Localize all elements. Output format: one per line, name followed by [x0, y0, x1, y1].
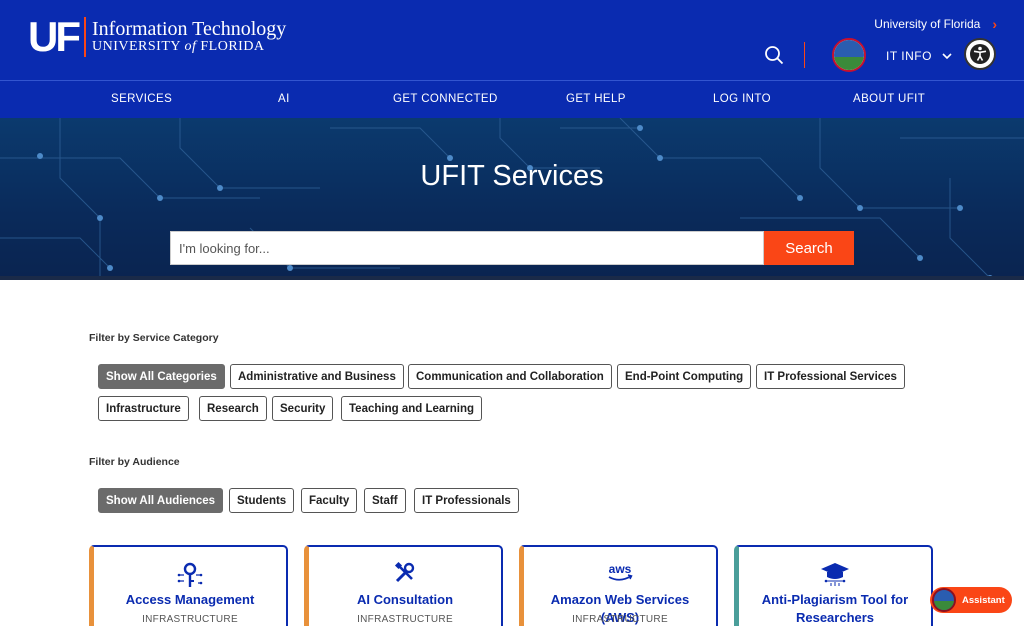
- logo-subtitle-university: UNIVERSITY: [92, 39, 181, 55]
- hero-bottom-strip: [0, 276, 1024, 280]
- nav-item-get-connected[interactable]: GET CONNECTED: [393, 93, 498, 105]
- card-category: INFRASTRUCTURE: [357, 614, 453, 625]
- chevron-down-icon: [942, 52, 952, 59]
- logo-subtitle-of: of: [184, 39, 197, 55]
- site-header: UF Information Technology UNIVERSITY of …: [0, 0, 1024, 80]
- filter-chip-faculty[interactable]: Faculty: [301, 488, 358, 513]
- page-title: UFIT Services: [420, 160, 604, 192]
- category-filter-label: Filter by Service Category: [89, 332, 219, 344]
- uf-link-label: University of Florida: [874, 17, 981, 31]
- logo-text: Information Technology UNIVERSITY of FLO…: [92, 19, 286, 55]
- card-category: INFRASTRUCTURE: [572, 614, 668, 625]
- logo-title: Information Technology: [92, 18, 287, 41]
- filter-chip-show-all-audiences[interactable]: Show All Audiences: [98, 488, 224, 513]
- filter-chip-communication-and-collaboration[interactable]: Communication and Collaboration: [408, 364, 612, 389]
- tools-icon: [309, 561, 501, 585]
- filter-chip-end-point-computing[interactable]: End-Point Computing: [617, 364, 752, 389]
- card-title: AI Consultation: [356, 592, 454, 607]
- logo-subtitle-florida: FLORIDA: [200, 39, 265, 55]
- accessibility-icon[interactable]: [964, 38, 996, 70]
- service-card-ai-consultation[interactable]: AI Consultation INFRASTRUCTURE: [304, 545, 503, 626]
- audience-filter-label: Filter by Audience: [89, 456, 180, 468]
- search-icon[interactable]: [764, 45, 784, 65]
- nav-item-log-into[interactable]: LOG INTO: [713, 93, 771, 105]
- card-category: INFRASTRUCTURE: [142, 614, 238, 625]
- card-title: Access Management: [125, 592, 255, 607]
- header-divider: [804, 42, 805, 68]
- service-search-input[interactable]: I'm looking for...: [170, 231, 764, 265]
- svg-text:aws: aws: [609, 562, 632, 576]
- uf-logo-mark: UF: [28, 13, 81, 60]
- main-nav: SERVICES AI GET CONNECTED GET HELP LOG I…: [0, 80, 1024, 118]
- logo-divider: [84, 17, 86, 57]
- filter-chip-students[interactable]: Students: [229, 488, 295, 513]
- filter-chip-show-all-categories[interactable]: Show All Categories: [98, 364, 225, 389]
- nav-item-ai[interactable]: AI: [278, 93, 290, 105]
- uf-seal-icon[interactable]: [832, 38, 866, 72]
- service-card-access-management[interactable]: Access Management INFRASTRUCTURE: [89, 545, 288, 626]
- uf-seal-icon: [932, 588, 956, 612]
- filter-chip-teaching-and-learning[interactable]: Teaching and Learning: [341, 396, 483, 421]
- key-circuit-icon: [94, 561, 286, 589]
- nav-item-services[interactable]: SERVICES: [111, 93, 172, 105]
- hero-banner: UFIT Services I'm looking for... Search: [0, 118, 1024, 280]
- uf-it-logo[interactable]: UF Information Technology UNIVERSITY of …: [28, 16, 286, 58]
- it-info-label: IT INFO: [886, 49, 932, 63]
- filter-chip-administrative-and-business[interactable]: Administrative and Business: [230, 364, 404, 389]
- filter-chip-staff[interactable]: Staff: [364, 488, 406, 513]
- card-title: Anti-Plagiarism Tool for Researchers: [761, 592, 909, 625]
- nav-item-get-help[interactable]: GET HELP: [566, 93, 626, 105]
- filter-chip-infrastructure[interactable]: Infrastructure: [98, 396, 189, 421]
- filter-chip-it-professionals[interactable]: IT Professionals: [414, 488, 519, 513]
- it-info-dropdown[interactable]: IT INFO: [886, 49, 952, 63]
- filter-chip-research[interactable]: Research: [199, 396, 267, 421]
- assistant-label: Assistant: [962, 594, 1005, 606]
- assistant-button[interactable]: Assistant: [930, 587, 1012, 613]
- filter-chip-security[interactable]: Security: [272, 396, 334, 421]
- logo-subtitle: UNIVERSITY of FLORIDA: [92, 39, 286, 55]
- chevron-right-icon: ›: [992, 16, 997, 32]
- search-button[interactable]: Search: [764, 231, 854, 265]
- filter-chip-it-professional-services[interactable]: IT Professional Services: [756, 364, 905, 389]
- nav-item-about-ufit[interactable]: ABOUT UFIT: [853, 93, 925, 105]
- aws-logo-icon: aws: [524, 561, 716, 583]
- graduation-cap-icon: [739, 561, 931, 587]
- service-card-anti-plagiarism-tool[interactable]: Anti-Plagiarism Tool for Researchers: [734, 545, 933, 626]
- university-of-florida-link[interactable]: University of Florida ›: [874, 16, 997, 32]
- service-card-amazon-web-services[interactable]: aws Amazon Web Services (AWS) INFRASTRUC…: [519, 545, 718, 626]
